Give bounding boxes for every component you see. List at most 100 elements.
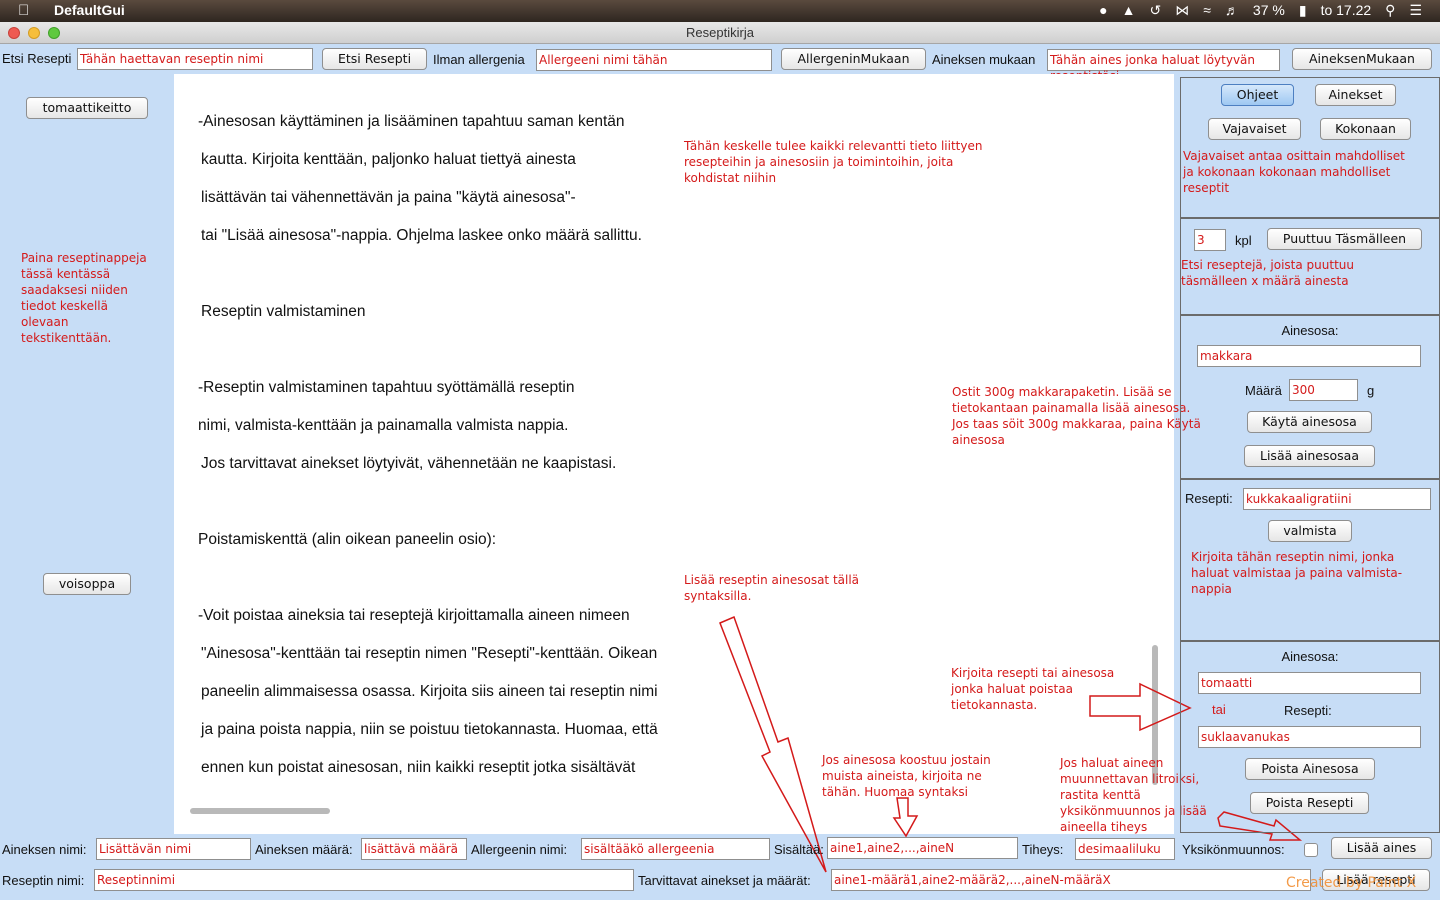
info-text-line: Jos tarvittavat ainekset löytyivät, vähe… bbox=[201, 455, 617, 472]
help-button[interactable]: Ohjeet bbox=[1221, 84, 1294, 106]
composite-ingredient-annotation: Jos ainesosa koostuu jostain muista ainei… bbox=[822, 753, 991, 799]
wifi-icon[interactable]: ≈ bbox=[1203, 2, 1211, 19]
allergen-name-input[interactable]: sisältääkö allergeenia bbox=[581, 838, 770, 860]
info-text-heading: Reseptin valmistaminen bbox=[201, 303, 366, 320]
ingredient-title: Ainesosa: bbox=[1281, 323, 1339, 338]
volume-icon[interactable]: ♬ bbox=[1225, 2, 1239, 19]
missing-count-unit: kpl bbox=[1235, 233, 1252, 248]
app-name-menu[interactable]: DefaultGui bbox=[54, 2, 125, 18]
status-area: ● ▲ ↺ ⋈ ≈ ♬ 37 % ▮ to 17.22 ⚲ ☰ bbox=[1099, 2, 1422, 19]
allergen-name-label: Allergeenin nimi: bbox=[471, 842, 568, 857]
make-recipe-panel: Resepti: kukkakaaligratiini valmista Kir… bbox=[1180, 479, 1440, 641]
left-panel-hint: Paina reseptinappeja tässä kentässä saadak… bbox=[21, 251, 147, 345]
battery-percent[interactable]: 37 % bbox=[1253, 2, 1285, 19]
menu-bar:  DefaultGui ● ▲ ↺ ⋈ ≈ ♬ 37 % ▮ to 17.22… bbox=[0, 0, 1440, 22]
add-ingredient-button[interactable]: Lisää aines bbox=[1331, 837, 1432, 859]
or-label: tai bbox=[1212, 702, 1226, 717]
search-recipe-button[interactable]: Etsi Resepti bbox=[322, 48, 427, 70]
info-text-line: -Ainesosan käyttäminen ja lisääminen tap… bbox=[198, 113, 625, 130]
missing-ingredients-panel: 3 kpl Puuttuu Täsmälleen Etsi reseptejä,… bbox=[1180, 218, 1440, 315]
amount-input[interactable]: 300 bbox=[1289, 379, 1358, 401]
delete-recipe-input[interactable]: suklaavanukas bbox=[1198, 726, 1421, 748]
allergy-input[interactable]: Allergeeni nimi tähän bbox=[536, 49, 772, 71]
required-ingredients-label: Tarvittavat ainekset ja määrät: bbox=[638, 873, 811, 888]
recipe-button-tomaattikeitto[interactable]: tomaattikeitto bbox=[26, 97, 148, 119]
add-ingredient-amount-button[interactable]: Lisää ainesosaa bbox=[1244, 445, 1375, 467]
info-text-area[interactable]: -Ainesosan käyttäminen ja lisääminen tap… bbox=[174, 74, 1174, 834]
battery-icon: ▮ bbox=[1298, 2, 1307, 18]
info-text-line: ja paina poista nappia, niin se poistuu … bbox=[201, 721, 658, 738]
info-text-line: "Ainesosa"-kenttään tai reseptin nimen "… bbox=[201, 645, 658, 662]
ingredient-amount-label: Aineksen määrä: bbox=[255, 842, 353, 857]
info-text-line: -Voit poistaa aineksia tai reseptejä kir… bbox=[198, 607, 630, 624]
apple-menu-icon[interactable]:  bbox=[18, 2, 29, 19]
amount-label: Määrä bbox=[1245, 383, 1282, 398]
info-text-line: tai "Lisää ainesosa"-nappia. Ohjelma las… bbox=[201, 227, 642, 244]
recipe-name-input[interactable]: Reseptinnimi bbox=[94, 869, 634, 891]
info-text-line: lisättävän tai vähennettävän ja paina "k… bbox=[201, 189, 576, 206]
time-machine-icon[interactable]: ↺ bbox=[1150, 2, 1162, 19]
missing-exactly-button[interactable]: Puuttuu Täsmälleen bbox=[1267, 228, 1422, 250]
info-text-line: -Reseptin valmistaminen tapahtuu syöttäm… bbox=[198, 379, 575, 396]
delete-recipe-title: Resepti: bbox=[1284, 703, 1332, 718]
delete-ingredient-input[interactable]: tomaatti bbox=[1198, 672, 1421, 694]
recipe-button-voisoppa[interactable]: voisoppa bbox=[43, 573, 131, 595]
ingredient-input[interactable]: makkara bbox=[1197, 345, 1421, 367]
make-recipe-label: Resepti: bbox=[1185, 491, 1233, 506]
make-recipe-input[interactable]: kukkakaaligratiini bbox=[1243, 488, 1431, 510]
ingredient-filter-label: Aineksen mukaan bbox=[932, 52, 1036, 67]
delete-recipe-button[interactable]: Poista Resepti bbox=[1250, 792, 1369, 814]
notification-center-icon[interactable]: ☰ bbox=[1409, 2, 1422, 19]
contains-label: Sisältää: bbox=[774, 842, 824, 857]
notification-icon[interactable]: ● bbox=[1099, 2, 1107, 19]
unit-conversion-checkbox[interactable] bbox=[1304, 843, 1318, 857]
info-text-line: kautta. Kirjoita kenttään, paljonko halu… bbox=[201, 151, 576, 168]
spotlight-search-icon[interactable]: ⚲ bbox=[1385, 2, 1395, 19]
delete-ingredient-button[interactable]: Poista Ainesosa bbox=[1245, 758, 1375, 780]
use-ingredient-button[interactable]: Käytä ainesosa bbox=[1247, 411, 1372, 433]
watermark: Created by Paint X bbox=[1286, 875, 1417, 891]
partial-recipes-button[interactable]: Vajavaiset bbox=[1208, 118, 1301, 140]
density-label: Tiheys: bbox=[1022, 842, 1064, 857]
amount-unit: g bbox=[1367, 383, 1375, 398]
search-recipe-label: Etsi Resepti bbox=[2, 51, 72, 66]
missing-panel-hint: Etsi reseptejä, joista puuttuu täsmälleen… bbox=[1181, 258, 1354, 288]
allergy-label: Ilman allergenia bbox=[433, 52, 525, 67]
delete-panel: Ainesosa: tomaatti tai Resepti: suklaava… bbox=[1180, 641, 1440, 833]
clock[interactable]: to 17.22 bbox=[1321, 2, 1372, 19]
help-panel: Ohjeet Ainekset Vajavaiset Kokonaan Vaja… bbox=[1180, 77, 1440, 218]
ingredients-button[interactable]: Ainekset bbox=[1315, 84, 1396, 106]
help-panel-hint: Vajavaiset antaa osittain mahdolliset ja … bbox=[1183, 149, 1405, 195]
filter-by-ingredient-button[interactable]: AineksenMukaan bbox=[1292, 48, 1432, 70]
required-ingredients-input[interactable]: aine1-määrä1,aine2-määrä2,...,aineN-määr… bbox=[831, 869, 1311, 891]
density-input[interactable]: desimaaliluku bbox=[1075, 838, 1175, 860]
ingredient-filter-input[interactable]: Tähän aines jonka haluat löytyvän bbox=[1047, 49, 1280, 71]
bluetooth-icon[interactable]: ⋈ bbox=[1175, 2, 1189, 19]
window-title: Reseptikirja bbox=[686, 25, 754, 40]
ingredient-use-panel: Ainesosa: makkara Määrä 300 g Käytä aine… bbox=[1180, 315, 1440, 479]
info-text-line: ennen kun poistat ainesosan, niin kaikki… bbox=[201, 759, 636, 776]
missing-count-input[interactable]: 3 bbox=[1194, 229, 1226, 251]
delete-ingredient-title: Ainesosa: bbox=[1281, 649, 1339, 664]
center-info-annotation: Tähän keskelle tulee kaikki relevantti t… bbox=[684, 139, 983, 185]
ingredient-amount-input[interactable]: lisättävä määrä bbox=[361, 838, 467, 860]
unit-conversion-label: Yksikönmuunnos: bbox=[1182, 842, 1285, 857]
add-ingredients-syntax-annotation: Lisää reseptin ainesosat tällä syntaksill… bbox=[684, 573, 860, 603]
info-text-line: paneelin alimmaisessa osassa. Kirjoita s… bbox=[201, 683, 658, 700]
search-recipe-input[interactable]: Tähän haettavan reseptin nimi bbox=[77, 48, 313, 70]
delete-hint-annotation: Kirjoita resepti tai ainesosa jonka halua… bbox=[951, 666, 1115, 712]
window-title-bar: Reseptikirja bbox=[0, 22, 1440, 44]
recipe-name-label: Reseptin nimi: bbox=[2, 873, 85, 888]
drive-icon[interactable]: ▲ bbox=[1122, 2, 1136, 19]
horizontal-scroll-thumb[interactable] bbox=[190, 808, 330, 814]
info-text-heading: Poistamiskenttä (alin oikean paneelin os… bbox=[198, 531, 497, 548]
ingredient-name-input[interactable]: Lisättävän nimi bbox=[96, 838, 251, 860]
ingredient-name-label: Aineksen nimi: bbox=[2, 842, 87, 857]
complete-recipes-button[interactable]: Kokonaan bbox=[1320, 118, 1411, 140]
info-text-line: nimi, valmista-kenttään ja painamalla va… bbox=[198, 417, 569, 434]
make-recipe-hint: Kirjoita tähän reseptin nimi, jonka halua… bbox=[1191, 550, 1403, 596]
make-recipe-button[interactable]: valmista bbox=[1268, 520, 1352, 542]
horizontal-scrollbar[interactable] bbox=[190, 806, 1156, 816]
filter-by-allergen-button[interactable]: AllergeninMukaan bbox=[781, 48, 926, 70]
contains-input[interactable]: aine1,aine2,...,aineN bbox=[827, 837, 1018, 859]
